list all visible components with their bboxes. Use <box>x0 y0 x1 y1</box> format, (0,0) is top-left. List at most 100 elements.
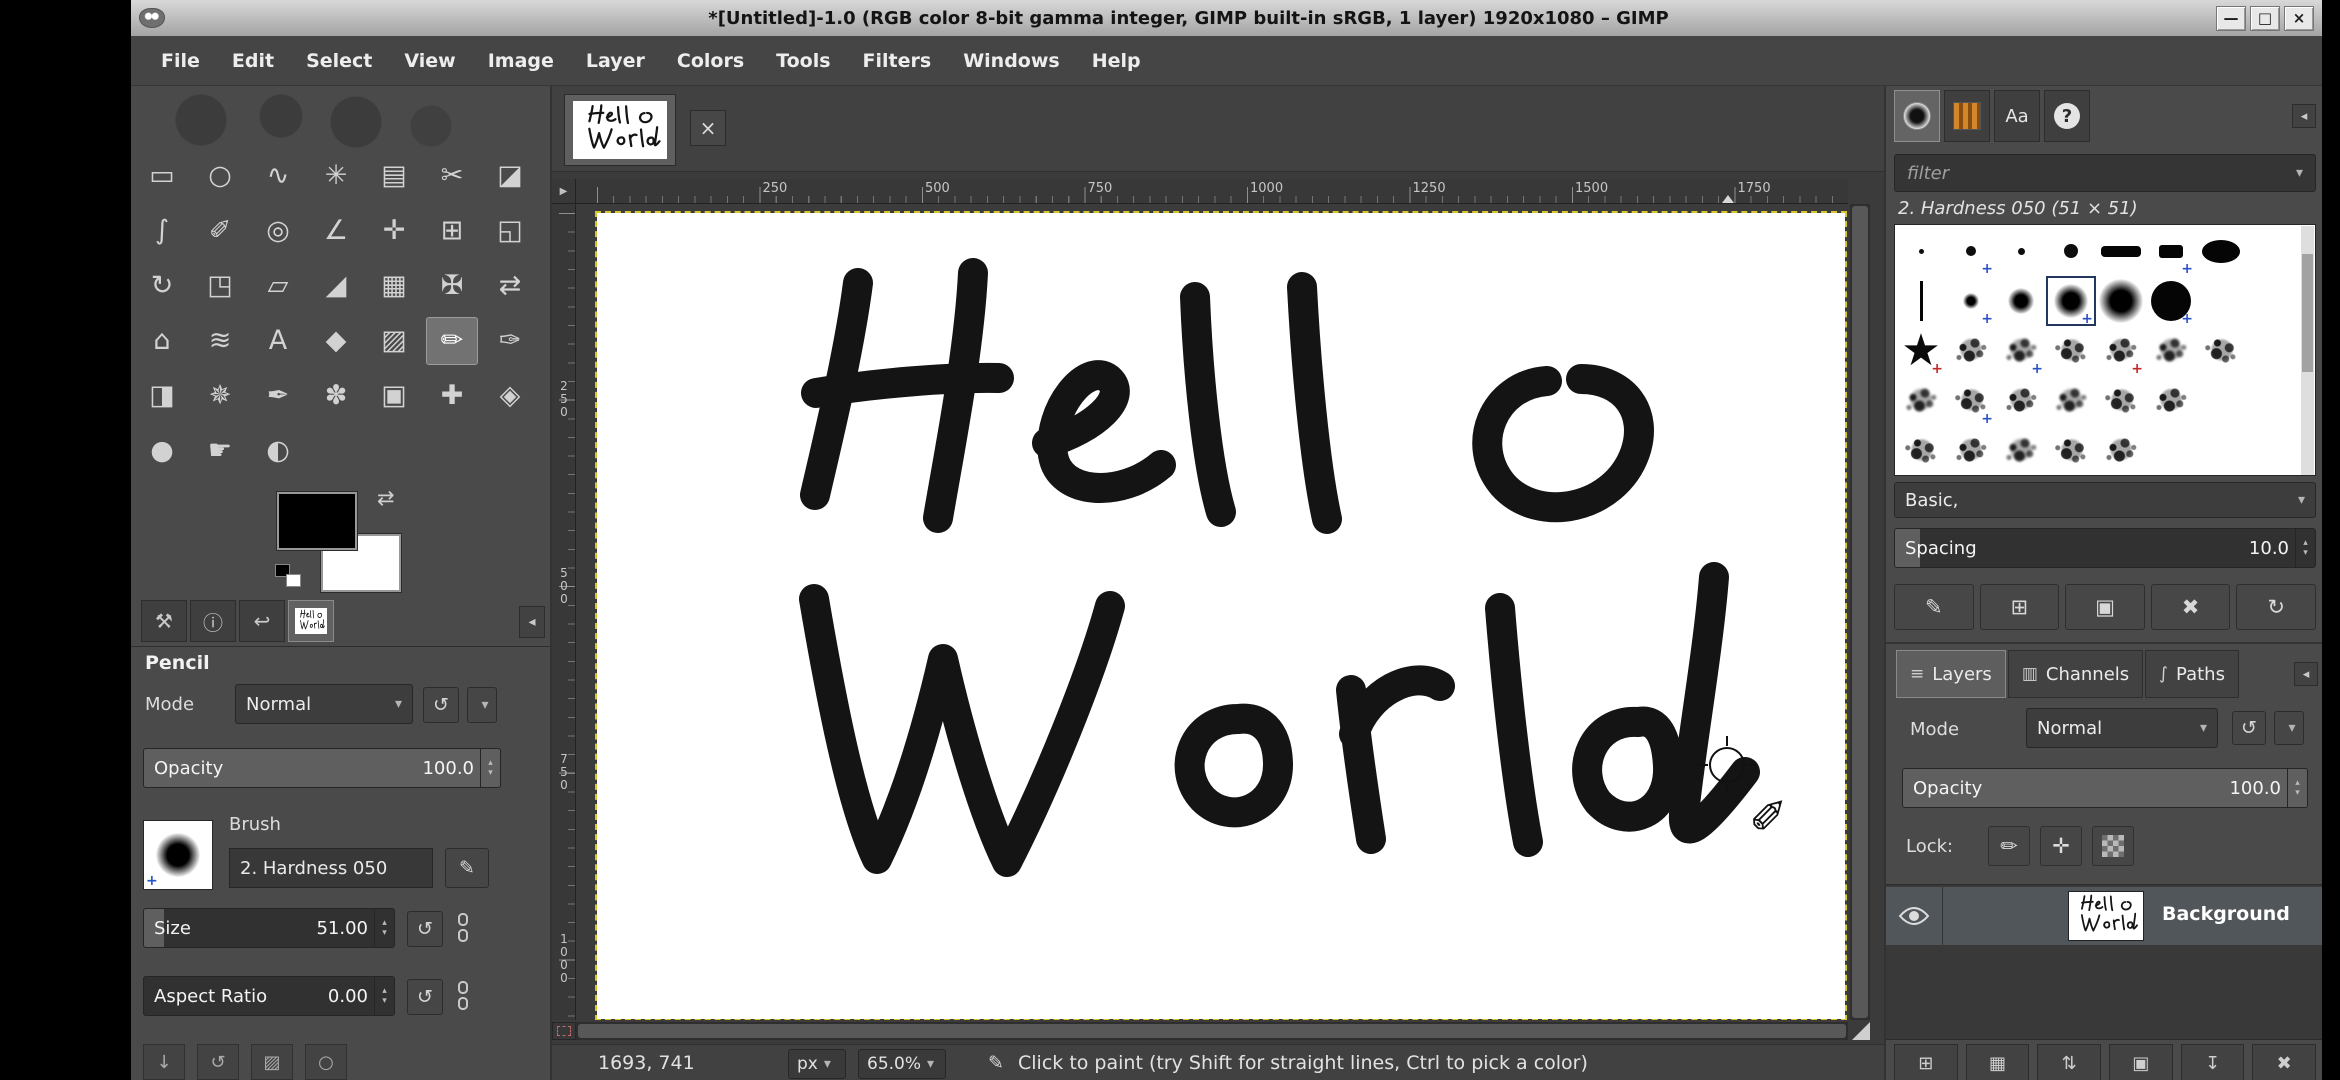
lock-alpha-button[interactable] <box>2092 826 2134 866</box>
spin-buttons[interactable]: ▴▾ <box>480 749 500 787</box>
tool-ellipse-select[interactable]: ○ <box>194 152 246 200</box>
close-button[interactable]: × <box>2284 6 2314 31</box>
aspect-reset-button[interactable]: ↺ <box>407 979 443 1015</box>
menu-help[interactable]: Help <box>1076 36 1157 85</box>
tool-crop[interactable]: ◱ <box>484 207 536 255</box>
horizontal-ruler[interactable]: 2505007501000125015001750 <box>576 179 1848 204</box>
tool-shear[interactable]: ▱ <box>252 262 304 310</box>
device-status-tab[interactable]: ⓘ <box>190 600 236 642</box>
layer-thumbnail[interactable] <box>2068 891 2144 941</box>
navigation-button[interactable] <box>1852 1022 1870 1040</box>
vertical-ruler[interactable]: 2 5 05 0 07 5 01 0 0 0 <box>552 204 576 1020</box>
tool-foreground-select[interactable]: ◪ <box>484 152 536 200</box>
brushes-tab[interactable] <box>1894 90 1940 142</box>
brush-grid-scrollbar[interactable] <box>2301 226 2314 476</box>
tool-rotate[interactable]: ↻ <box>136 262 188 310</box>
vertical-scrollbar[interactable] <box>1850 204 1870 1020</box>
layer-mode-dropdown[interactable]: Normal ▾ <box>2026 708 2218 748</box>
horizontal-scrollbar[interactable] <box>576 1022 1848 1040</box>
swap-colors-icon[interactable]: ⇄ <box>377 486 395 510</box>
brush-item-splat[interactable] <box>2096 426 2146 476</box>
menu-file[interactable]: File <box>145 36 216 85</box>
layer-visibility-eye-icon[interactable] <box>1898 904 1930 928</box>
new-group-button[interactable]: ▦ <box>1966 1044 2030 1080</box>
quick-mask-button[interactable] <box>552 1022 576 1040</box>
brush-item-bar2[interactable]: + <box>2146 226 2196 276</box>
size-reset-button[interactable]: ↺ <box>407 911 443 947</box>
lock-pixels-button[interactable]: ✏ <box>1988 826 2030 866</box>
undo-history-tab[interactable]: ↩ <box>239 600 285 642</box>
size-slider[interactable]: Size 51.00 ▴▾ <box>143 908 395 948</box>
tool-color-picker[interactable]: ✐ <box>194 207 246 255</box>
patterns-tab[interactable] <box>1944 90 1990 142</box>
tool-mypaint-brush[interactable]: ✽ <box>310 372 362 420</box>
brush-item-bar[interactable] <box>2096 226 2146 276</box>
brush-filter-input[interactable]: filter ▾ <box>1894 154 2316 192</box>
menu-select[interactable]: Select <box>290 36 388 85</box>
layer-name[interactable]: Background <box>2162 903 2290 925</box>
brush-item-splat[interactable] <box>1946 426 1996 476</box>
brush-item-splat[interactable] <box>2046 426 2096 476</box>
new-brush-button[interactable]: ⊞ <box>1980 584 2060 630</box>
duplicate-brush-button[interactable]: ▣ <box>2065 584 2145 630</box>
delete-layer-button[interactable]: ✖ <box>2252 1044 2316 1080</box>
brush-item-dot[interactable] <box>2046 226 2096 276</box>
brush-item-splat[interactable]: + <box>2096 326 2146 376</box>
tool-paintbrush[interactable]: ✑ <box>484 317 536 365</box>
brush-item-splat[interactable] <box>2146 376 2196 426</box>
menu-tools[interactable]: Tools <box>760 36 846 85</box>
tool-unified-transform[interactable]: ▦ <box>368 262 420 310</box>
tool-move[interactable]: ✛ <box>368 207 420 255</box>
scrollbar-thumb[interactable] <box>2302 254 2313 372</box>
raise-lower-layer-button[interactable]: ⇅ <box>2037 1044 2101 1080</box>
tool-bucket-fill[interactable]: ◆ <box>310 317 362 365</box>
image-tab-close-button[interactable]: × <box>690 110 726 146</box>
brush-item-splat[interactable]: + <box>1946 376 1996 426</box>
tool-flip[interactable]: ⇄ <box>484 262 536 310</box>
tool-warp-transform[interactable]: ≋ <box>194 317 246 365</box>
image-tab[interactable] <box>564 94 676 166</box>
help-tab[interactable]: ? <box>2044 90 2090 142</box>
tool-gradient[interactable]: ▨ <box>368 317 420 365</box>
pattern-option-button[interactable]: ▨ <box>251 1044 293 1080</box>
brush-item-splat[interactable] <box>1996 376 2046 426</box>
brush-item-splat[interactable] <box>1996 426 2046 476</box>
brush-item-dot[interactable]: + <box>1946 226 1996 276</box>
brush-name-field[interactable]: 2. Hardness 050 <box>229 848 433 888</box>
reset-option-button[interactable]: ↺ <box>197 1044 239 1080</box>
layer-opacity-slider[interactable]: Opacity 100.0 ▴▾ <box>1902 768 2308 808</box>
minimize-button[interactable]: — <box>2216 6 2246 31</box>
pressure-option-button[interactable]: ↓ <box>143 1044 185 1080</box>
edit-brush-button[interactable]: ✎ <box>445 848 489 888</box>
brush-item-fuzzy[interactable]: + <box>1946 276 1996 326</box>
mode-reset-button[interactable]: ↺ <box>423 687 459 723</box>
tool-text[interactable]: A <box>252 317 304 365</box>
brush-item-fuzzy[interactable] <box>1996 276 2046 326</box>
spin-buttons[interactable]: ▴▾ <box>374 977 394 1015</box>
refresh-brushes-button[interactable]: ↻ <box>2236 584 2316 630</box>
menu-image[interactable]: Image <box>472 36 570 85</box>
size-link-icon[interactable] <box>453 908 473 948</box>
tool-fuzzy-select[interactable]: ✳ <box>310 152 362 200</box>
aspect-link-icon[interactable] <box>453 976 473 1016</box>
brushes-menu-button[interactable]: ◂ <box>2292 104 2316 128</box>
tool-perspective[interactable]: ◢ <box>310 262 362 310</box>
brush-item-splat[interactable] <box>2046 326 2096 376</box>
tool-select-by-color[interactable]: ▤ <box>368 152 420 200</box>
unit-dropdown[interactable]: px▾ <box>788 1049 846 1079</box>
zoom-dropdown[interactable]: 65.0%▾ <box>858 1049 946 1079</box>
tab-layers[interactable]: ≡Layers <box>1896 650 2006 698</box>
tool-eraser[interactable]: ◨ <box>136 372 188 420</box>
opacity-slider[interactable]: Opacity 100.0 ▴▾ <box>143 748 501 788</box>
tool-perspective-clone[interactable]: ◈ <box>484 372 536 420</box>
layer-mode-reset-button[interactable]: ↺ <box>2232 711 2266 745</box>
spacing-slider[interactable]: Spacing 10.0 ▴▾ <box>1894 528 2316 568</box>
tool-rectangle-select[interactable]: ▭ <box>136 152 188 200</box>
tool-clone[interactable]: ▣ <box>368 372 420 420</box>
canvas[interactable]: ✐ <box>597 213 1845 1019</box>
layer-mode-switch-dropdown[interactable]: ▾ <box>2274 711 2304 745</box>
mode-switch-dropdown[interactable]: ▾ <box>467 687 497 723</box>
menu-edit[interactable]: Edit <box>216 36 290 85</box>
tool-ink[interactable]: ✒ <box>252 372 304 420</box>
scrollbar-thumb[interactable] <box>1852 206 1868 1018</box>
